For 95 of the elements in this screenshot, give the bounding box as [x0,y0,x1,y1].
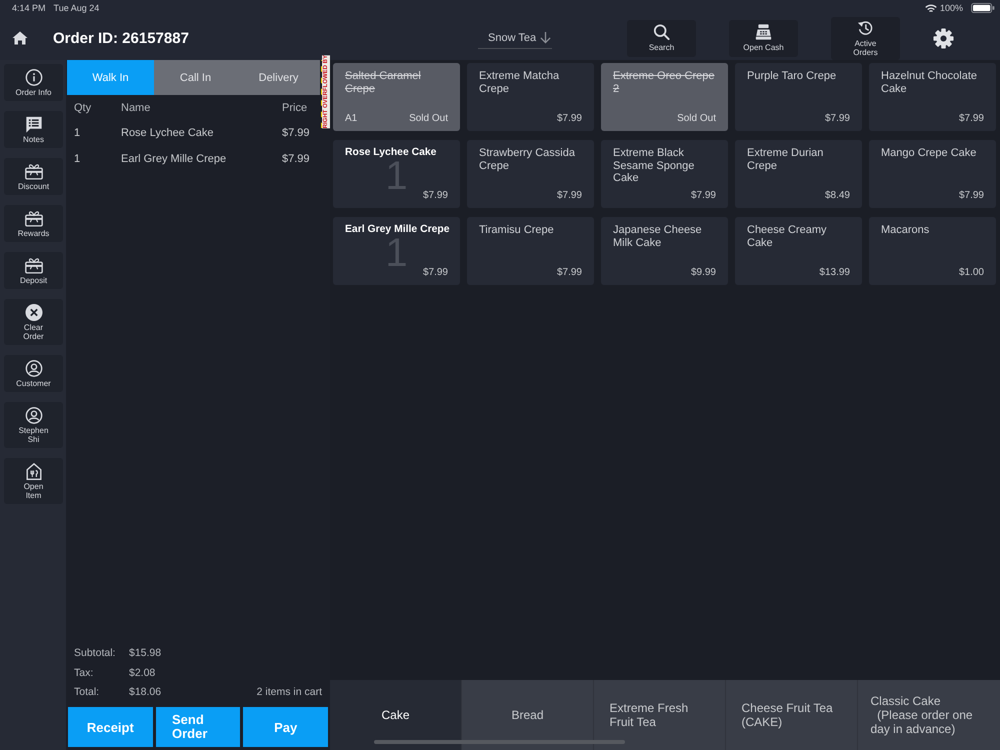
gift-card-icon [24,163,42,180]
product-name: Extreme Durian Crepe [747,147,824,172]
table-cell-text: 1 [74,153,82,165]
column-header: Qty [74,102,92,114]
table-cell-text: 1 [74,127,82,139]
table-cell: $7.99 [282,127,310,139]
column-header: Price [282,102,308,114]
product-name: Purple Taro Crepe [747,70,838,82]
sidebar-button[interactable]: Stephen Shi [4,402,63,448]
gift-card-icon [24,257,42,274]
product-name: Japanese Cheese Milk Cake [613,224,703,249]
product-tile[interactable]: Strawberry Cassida Crepe $7.99 [467,140,594,208]
product-name: Extreme Oreo Crepe 2 [613,70,716,95]
gift-card-icon [24,210,42,227]
product-tile[interactable]: Hazelnut Chocolate Cake $7.99 [869,63,996,131]
battery-percent: 100% [940,3,963,13]
product-tile[interactable]: Macarons $1.00 [869,217,996,285]
sold-out-label: Sold Out [677,113,716,124]
status-time: 4:14 PM [12,3,46,13]
home-icon[interactable] [12,31,28,45]
house-fork-icon [24,463,42,480]
product-name: Cheese Creamy Cake [747,224,828,249]
search-icon [653,24,670,40]
product-name: Extreme Black Sesame Sponge Cake [613,147,696,184]
product-name: Earl Grey Mille Crepe [345,224,451,236]
product-tile[interactable]: Cheese Creamy Cake $13.99 [735,217,862,285]
table-cell-text: Earl Grey Mille Crepe [121,153,228,165]
sidebar-button[interactable]: Clear Order [4,299,63,345]
total-label: Tax: [74,666,94,679]
product-price: $7.99 [556,113,582,124]
cart-count: 2 items in cart [256,684,322,700]
sold-out-label: Sold Out [409,113,448,124]
product-price: $7.99 [824,113,850,124]
sidebar-button[interactable]: Customer [4,355,63,392]
notes-icon [24,116,42,133]
product-name: Hazelnut Chocolate Cake [881,70,978,95]
column-header: Name [121,102,152,114]
product-tile[interactable]: Extreme Matcha Crepe $7.99 [467,63,594,131]
product-name: Tiramisu Crepe [479,224,555,236]
search-button[interactable]: Search [627,20,696,56]
product-tile[interactable]: Salted Caramel Crepe A1 Sold Out [333,63,460,131]
sidebar-button[interactable]: Notes [4,111,63,148]
x-circle-icon [24,304,42,321]
category-tab[interactable]: Cake [330,680,462,750]
active-orders-button[interactable]: Active Orders [831,16,900,60]
product-name: Salted Caramel Crepe [345,70,422,95]
sidebar-button[interactable]: Open Item [4,458,63,504]
product-code: A1 [345,113,358,124]
product-tile[interactable]: Japanese Cheese Milk Cake $9.99 [601,217,728,285]
person-circle-icon [24,360,42,377]
total-label: Subtotal: [74,647,116,660]
table-cell-text: Rose Lychee Cake [121,127,215,139]
status-date: Tue Aug 24 [54,3,100,13]
wifi-icon [924,4,937,12]
product-name: Macarons [881,224,930,236]
product-name: Extreme Matcha Crepe [479,70,560,95]
product-tile[interactable]: Extreme Black Sesame Sponge Cake $7.99 [601,140,728,208]
product-price: $9.99 [690,267,716,278]
product-price: $7.99 [958,190,984,201]
product-name: Strawberry Cassida Crepe [479,147,576,172]
history-icon [857,20,874,36]
product-price: $7.99 [556,267,582,278]
sidebar-button[interactable]: Deposit [4,252,63,289]
settings-icon[interactable] [933,28,954,48]
total-value: $2.08 [129,666,156,679]
product-price: $7.99 [690,190,716,201]
product-tile[interactable]: Tiramisu Crepe $7.99 [467,217,594,285]
product-price: $13.99 [819,267,850,278]
order-id: Order ID: 26157887 [53,30,189,46]
total-value: $15.98 [129,647,162,660]
table-cell: $7.99 [282,153,310,165]
product-price: $7.99 [958,113,984,124]
battery-icon [971,3,995,13]
sidebar-button[interactable]: Order Info [4,64,63,101]
total-label: Total: [74,686,100,698]
product-tile[interactable]: Mango Crepe Cake $7.99 [869,140,996,208]
cash-register-icon [755,24,772,40]
sidebar-button[interactable]: Discount [4,158,63,195]
total-value: $18.06 [129,686,162,698]
sidebar-button[interactable]: Rewards [4,205,63,242]
product-name: Rose Lychee Cake [345,147,438,160]
product-tile[interactable]: Extreme Oreo Crepe 2 Sold Out [601,63,728,131]
product-tile[interactable]: Purple Taro Crepe $7.99 [735,63,862,131]
product-tile[interactable]: Extreme Durian Crepe $8.49 [735,140,862,208]
product-price: $7.99 [422,190,448,201]
product-price: $1.00 [958,267,984,278]
product-price: $7.99 [556,190,582,201]
open-cash-button[interactable]: Open Cash [729,20,798,56]
info-icon [24,69,42,86]
product-price: $8.49 [824,190,850,201]
product-name: Mango Crepe Cake [881,147,978,160]
person-circle-icon [24,407,42,424]
store-selector[interactable]: Snow Tea [478,27,552,49]
product-price: $7.99 [422,267,448,278]
arrow-down-icon [540,31,552,44]
